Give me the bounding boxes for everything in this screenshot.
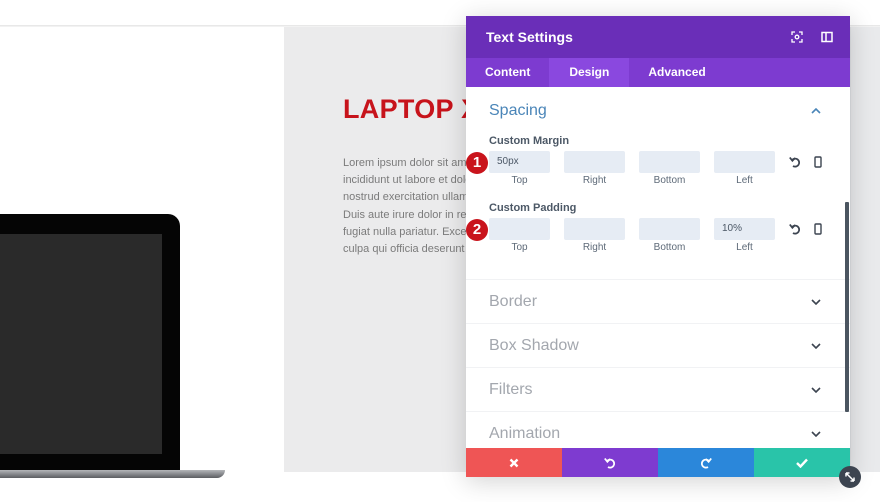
- padding-bottom-cell: Bottom: [639, 218, 700, 253]
- margin-left-cell: Left: [714, 151, 775, 186]
- section-filters-toggle[interactable]: Filters: [466, 368, 850, 412]
- close-icon: [509, 458, 519, 467]
- laptop-screen: [0, 234, 162, 454]
- margin-left-input[interactable]: [714, 151, 775, 173]
- section-animation-label: Animation: [489, 424, 561, 442]
- padding-right-input[interactable]: [564, 218, 625, 240]
- chevron-down-icon: [810, 384, 822, 396]
- section-border-toggle[interactable]: Border: [466, 280, 850, 324]
- margin-right-caption: Right: [582, 175, 607, 186]
- tab-design[interactable]: Design: [549, 58, 630, 87]
- hero-text-line: incididunt ut labore et dolore: [343, 174, 468, 187]
- save-button[interactable]: [754, 448, 850, 477]
- margin-bottom-input[interactable]: [639, 151, 700, 173]
- laptop-base: [0, 470, 225, 478]
- section-spacing-toggle[interactable]: Spacing: [466, 87, 850, 135]
- custom-padding-label: Custom Padding: [489, 202, 577, 214]
- custom-padding-inputs: Top Right Bottom 10% Left: [489, 218, 850, 253]
- undo-icon: [604, 457, 616, 468]
- hero-text-line: Lorem ipsum dolor sit amet: [343, 157, 468, 169]
- custom-margin-inputs: 50px Top Right Bottom Left: [489, 151, 850, 186]
- section-box-shadow-toggle[interactable]: Box Shadow: [466, 324, 850, 368]
- margin-top-input[interactable]: 50px: [489, 151, 550, 173]
- section-border-label: Border: [489, 292, 538, 310]
- hero-body-text: Lorem ipsum dolor sit amet incididunt ut…: [343, 155, 468, 258]
- builder-stage: LAPTOP X Lorem ipsum dolor sit amet inci…: [0, 0, 880, 502]
- padding-top-caption: Top: [511, 242, 528, 253]
- modal-tabs: Content Design Advanced: [466, 58, 850, 87]
- undo-button[interactable]: [562, 448, 658, 477]
- step-badge: 1: [466, 152, 488, 174]
- section-box-shadow-label: Box Shadow: [489, 336, 579, 354]
- hero-text-line: Duis aute irure dolor in repre: [343, 208, 468, 221]
- text-settings-modal: Text Settings Content Design Advanced Sp…: [466, 16, 850, 477]
- padding-top-input[interactable]: [489, 218, 550, 240]
- padding-bottom-caption: Bottom: [653, 242, 686, 253]
- chevron-down-icon: [810, 428, 822, 440]
- resize-icon: [845, 472, 855, 482]
- modal-title: Text Settings: [486, 29, 573, 45]
- discard-button[interactable]: [466, 448, 562, 477]
- margin-row-actions: [788, 151, 834, 173]
- responsive-phone-icon[interactable]: [811, 155, 825, 169]
- padding-left-input[interactable]: 10%: [714, 218, 775, 240]
- custom-padding-group: Custom Padding 2 Top Right Bottom 10% Le…: [466, 202, 850, 279]
- section-spacing-label: Spacing: [489, 102, 547, 119]
- margin-bottom-cell: Bottom: [639, 151, 700, 186]
- modal-scrollbar[interactable]: [845, 202, 849, 412]
- responsive-phone-icon[interactable]: [811, 222, 825, 236]
- custom-margin-group: Custom Margin 1 50px Top Right Bottom Le…: [466, 135, 850, 202]
- tab-content[interactable]: Content: [466, 58, 549, 87]
- step-badge: 2: [466, 219, 488, 241]
- padding-right-cell: Right: [564, 218, 625, 253]
- custom-margin-label: Custom Margin: [489, 135, 570, 147]
- tab-advanced[interactable]: Advanced: [629, 58, 724, 87]
- padding-right-caption: Right: [582, 242, 607, 253]
- chevron-down-icon: [810, 296, 822, 308]
- reset-icon[interactable]: [788, 155, 802, 169]
- chevron-down-icon: [810, 340, 822, 352]
- margin-left-caption: Left: [736, 175, 753, 186]
- chevron-up-icon: [810, 105, 822, 117]
- hero-text-line: culpa qui officia deserunt mo: [343, 243, 468, 256]
- redo-button[interactable]: [658, 448, 754, 477]
- margin-right-input[interactable]: [564, 151, 625, 173]
- padding-left-caption: Left: [736, 242, 753, 253]
- reset-icon[interactable]: [788, 222, 802, 236]
- hero-title: LAPTOP X: [343, 94, 480, 124]
- section-filters-label: Filters: [489, 380, 533, 398]
- section-animation-toggle[interactable]: Animation: [466, 412, 850, 448]
- hero-text-line: fugiat nulla pariatur. Excepte: [343, 225, 468, 238]
- padding-top-cell: Top: [489, 218, 550, 253]
- redo-icon: [700, 457, 712, 468]
- modal-header[interactable]: Text Settings: [466, 16, 850, 58]
- page-right-gutter: [850, 27, 880, 472]
- margin-bottom-caption: Bottom: [653, 175, 686, 186]
- margin-top-cell: 50px Top: [489, 151, 550, 186]
- fullscreen-icon[interactable]: [790, 30, 804, 44]
- padding-bottom-input[interactable]: [639, 218, 700, 240]
- sidebar-toggle-icon[interactable]: [820, 30, 834, 44]
- margin-right-cell: Right: [564, 151, 625, 186]
- padding-left-cell: 10% Left: [714, 218, 775, 253]
- modal-resize-handle[interactable]: [839, 466, 861, 488]
- hero-text-line: nostrud exercitation ullamco: [343, 191, 468, 204]
- modal-footer: [466, 448, 850, 477]
- margin-top-caption: Top: [511, 175, 528, 186]
- padding-row-actions: [788, 218, 834, 240]
- modal-body: Spacing Custom Margin 1 50px Top Right B…: [466, 87, 850, 448]
- check-icon: [796, 458, 808, 468]
